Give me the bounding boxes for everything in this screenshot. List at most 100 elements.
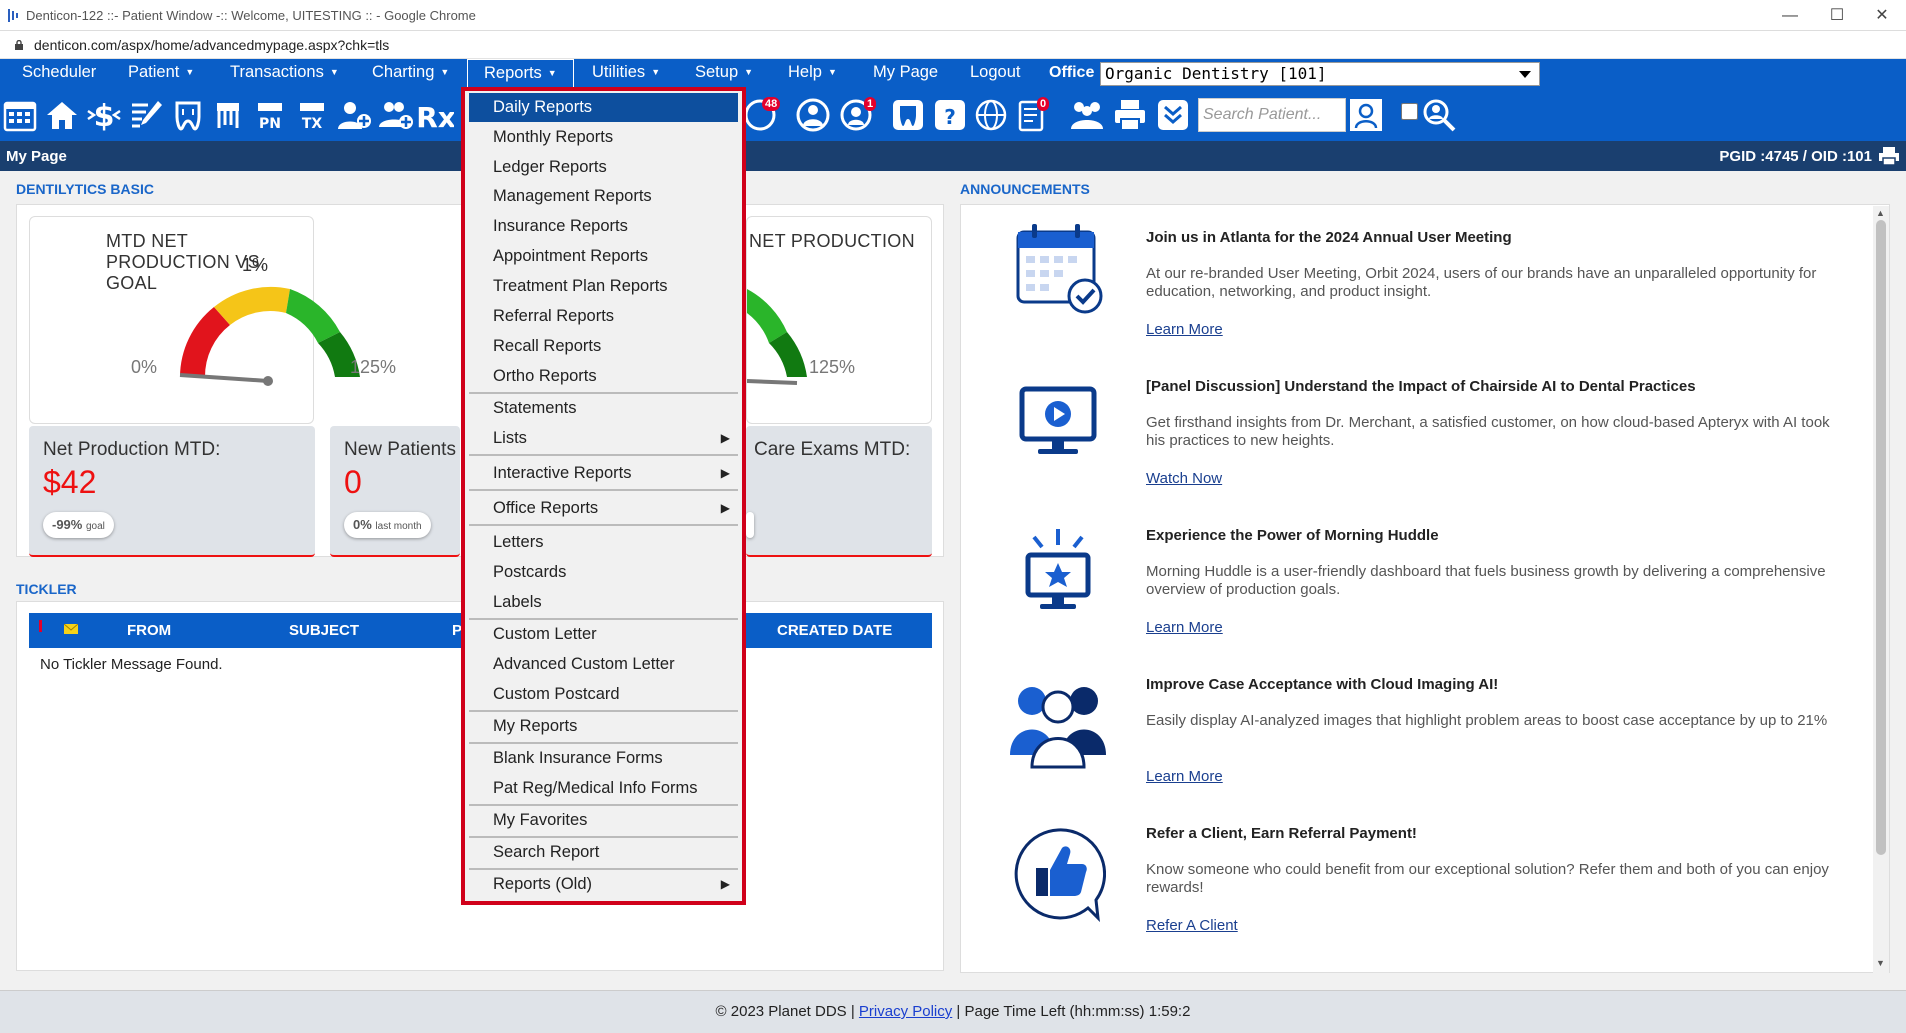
stat-card-care-exams: Care Exams MTD:: [746, 426, 932, 557]
announcement-link[interactable]: Learn More: [1146, 619, 1223, 636]
minimize-button[interactable]: —: [1770, 3, 1810, 28]
menu-utilities[interactable]: Utilities ▼: [592, 59, 660, 89]
scroll-thumb[interactable]: [1876, 220, 1886, 855]
rx-icon[interactable]: Rx: [416, 97, 456, 134]
announcement-link[interactable]: Learn More: [1146, 321, 1223, 338]
office-select[interactable]: Organic Dentistry [101]: [1100, 62, 1540, 86]
announcement-link[interactable]: Learn More: [1146, 768, 1223, 785]
announcements-section-title: ANNOUNCEMENTS: [960, 181, 1090, 197]
submenu-arrow-icon: ▶: [720, 877, 730, 891]
menu-item-treatment-plan-reports[interactable]: Treatment Plan Reports: [469, 272, 738, 301]
menu-item-search-report[interactable]: Search Report: [469, 838, 738, 867]
search-checkbox[interactable]: [1401, 103, 1418, 120]
tickler-section-title: TICKLER: [16, 581, 77, 597]
maximize-button[interactable]: ☐: [1817, 3, 1857, 28]
announcement-link[interactable]: Refer A Client: [1146, 917, 1238, 934]
menu-item-my-favorites[interactable]: My Favorites: [469, 806, 738, 835]
svg-text:TX: TX: [302, 116, 323, 132]
announcement-title: Join us in Atlanta for the 2024 Annual U…: [1146, 229, 1512, 246]
checklist-icon[interactable]: [1155, 97, 1191, 133]
menu-scheduler[interactable]: Scheduler: [22, 59, 96, 89]
messages-icon[interactable]: 48: [742, 97, 781, 133]
menu-item-monthly-reports[interactable]: Monthly Reports: [469, 123, 738, 152]
close-button[interactable]: ✕: [1862, 3, 1902, 28]
footer-copyright: © 2023 Planet DDS |: [715, 1003, 859, 1020]
advanced-search-icon[interactable]: [1421, 97, 1457, 133]
group-icon[interactable]: [1069, 97, 1105, 133]
lock-icon: [15, 40, 23, 50]
alerts-icon[interactable]: 1: [838, 97, 877, 133]
globe-icon[interactable]: [973, 97, 1009, 133]
address-bar[interactable]: denticon.com/aspx/home/advancedmypage.as…: [0, 31, 1906, 59]
menu-divider: [469, 524, 738, 526]
documents-icon[interactable]: 0: [1015, 97, 1051, 133]
announcement-body: At our re-branded User Meeting, Orbit 20…: [1146, 265, 1817, 300]
dollar-icon[interactable]: $: [86, 97, 122, 134]
menu-transactions[interactable]: Transactions ▼: [230, 59, 339, 89]
menu-item-my-reports[interactable]: My Reports: [469, 712, 738, 741]
menu-reports[interactable]: Reports ▼: [467, 59, 574, 89]
page-header-bar: My Page PGID :4745 / OID :101: [0, 141, 1906, 171]
col-subject[interactable]: SUBJECT: [289, 622, 359, 639]
svg-text:PN: PN: [259, 116, 281, 132]
calendar-icon[interactable]: [2, 97, 38, 133]
tooth-icon[interactable]: [890, 97, 926, 133]
menu-item-interactive-reports[interactable]: Interactive Reports ▶: [469, 459, 738, 488]
menu-item-recall-reports[interactable]: Recall Reports: [469, 332, 738, 361]
menu-my-page[interactable]: My Page: [873, 59, 938, 89]
privacy-policy-link[interactable]: Privacy Policy: [859, 1003, 952, 1020]
menu-item-letters[interactable]: Letters: [469, 528, 738, 557]
menu-item-lists[interactable]: Lists ▶: [469, 424, 738, 453]
announcements-scrollbar[interactable]: ▲ ▼: [1873, 206, 1889, 976]
announcement-body: Morning Huddle is a user-friendly dashbo…: [1146, 563, 1826, 598]
menu-item-management-reports[interactable]: Management Reports: [469, 182, 738, 211]
home-icon[interactable]: [44, 97, 80, 133]
menu-item-blank-insurance-forms[interactable]: Blank Insurance Forms: [469, 744, 738, 773]
announcement-title: Experience the Power of Morning Huddle: [1146, 527, 1439, 544]
print-icon[interactable]: [1878, 146, 1900, 166]
menu-item-pat-reg-medical-forms[interactable]: Pat Reg/Medical Info Forms: [469, 774, 738, 803]
patient-search-input[interactable]: Search Patient...: [1198, 98, 1346, 132]
col-from[interactable]: FROM: [127, 622, 171, 639]
menu-item-insurance-reports[interactable]: Insurance Reports: [469, 212, 738, 241]
scroll-up-icon[interactable]: ▲: [1876, 208, 1885, 218]
menu-item-ortho-reports[interactable]: Ortho Reports: [469, 362, 738, 391]
svg-text:?: ?: [944, 105, 956, 129]
stat-card-net-production: Net Production MTD: $42 -99% goal: [29, 426, 315, 557]
help-question-icon[interactable]: ?: [932, 97, 968, 133]
doctor-network-icon[interactable]: [795, 97, 831, 133]
menu-item-statements[interactable]: Statements: [469, 394, 738, 423]
charting-icon[interactable]: [128, 97, 164, 133]
menu-patient[interactable]: Patient ▼: [128, 59, 194, 89]
scroll-down-icon[interactable]: ▼: [1876, 958, 1885, 968]
menu-setup[interactable]: Setup ▼: [695, 59, 753, 89]
perio-icon[interactable]: [210, 97, 246, 133]
menu-item-custom-postcard[interactable]: Custom Postcard: [469, 680, 738, 709]
menu-item-office-reports[interactable]: Office Reports ▶: [469, 494, 738, 523]
monitor-star-icon: [1010, 525, 1106, 621]
tooth-chart-icon[interactable]: [170, 97, 206, 133]
printer-icon[interactable]: [1112, 97, 1148, 133]
menu-item-daily-reports[interactable]: Daily Reports: [469, 93, 738, 122]
menu-logout[interactable]: Logout: [970, 59, 1020, 89]
gauge-percent: 1%: [242, 255, 269, 275]
announcement-body: Get firsthand insights from Dr. Merchant…: [1146, 414, 1830, 449]
menu-item-custom-letter[interactable]: Custom Letter: [469, 620, 738, 649]
menu-item-appointment-reports[interactable]: Appointment Reports: [469, 242, 738, 271]
menu-item-postcards[interactable]: Postcards: [469, 558, 738, 587]
announcement-link[interactable]: Watch Now: [1146, 470, 1222, 487]
menu-item-advanced-custom-letter[interactable]: Advanced Custom Letter: [469, 650, 738, 679]
pn-icon[interactable]: PN: [252, 97, 288, 133]
add-patient-icon[interactable]: [336, 97, 372, 133]
tx-icon[interactable]: TX: [294, 97, 330, 133]
menu-help[interactable]: Help ▼: [788, 59, 837, 89]
menu-item-referral-reports[interactable]: Referral Reports: [469, 302, 738, 331]
menu-item-reports-old[interactable]: Reports (Old) ▶: [469, 870, 738, 899]
patient-search-icon[interactable]: [1348, 97, 1384, 133]
add-family-icon[interactable]: [378, 97, 414, 133]
menu-item-labels[interactable]: Labels: [469, 588, 738, 617]
menu-charting[interactable]: Charting ▼: [372, 59, 449, 89]
menu-item-ledger-reports[interactable]: Ledger Reports: [469, 153, 738, 182]
col-created-date[interactable]: CREATED DATE: [777, 622, 892, 639]
tickler-empty-message: No Tickler Message Found.: [40, 656, 223, 673]
